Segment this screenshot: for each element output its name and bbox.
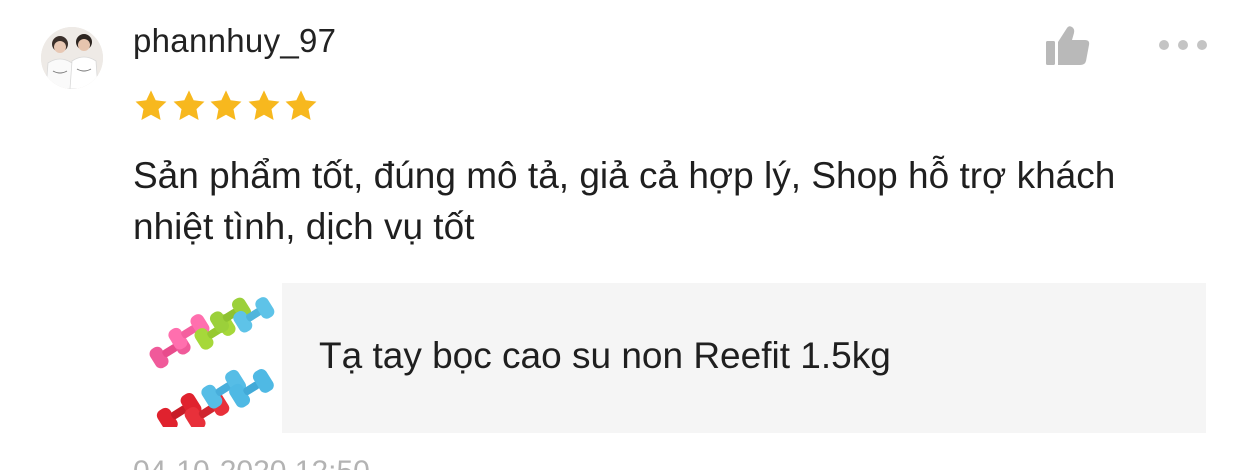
product-name[interactable]: Tạ tay bọc cao su non Reefit 1.5kg [319, 335, 891, 377]
star-icon [173, 90, 204, 120]
star-icon [135, 90, 167, 120]
product-info-box[interactable]: Tạ tay bọc cao su non Reefit 1.5kg [282, 283, 1206, 433]
star-rating [133, 88, 321, 126]
user-avatar[interactable] [41, 27, 103, 89]
star-icon [285, 90, 317, 120]
review-timestamp: 04-10-2020 12:50 [133, 455, 370, 470]
review-comment: Sản phẩm tốt, đúng mô tả, giả cả hợp lý,… [133, 155, 1116, 247]
avatar-image [41, 27, 103, 89]
star-icon [248, 90, 279, 120]
product-thumbnail[interactable] [133, 287, 279, 432]
username[interactable]: phannhuy_97 [133, 22, 336, 60]
thumbs-up-icon[interactable] [1045, 25, 1091, 67]
review-card: phannhuy_97 Sản phẩm tốt, đúng mô tả, gi… [0, 0, 1242, 470]
star-icon [210, 90, 242, 120]
more-options-icon[interactable] [1157, 38, 1209, 52]
dumbbells-image [133, 287, 279, 432]
